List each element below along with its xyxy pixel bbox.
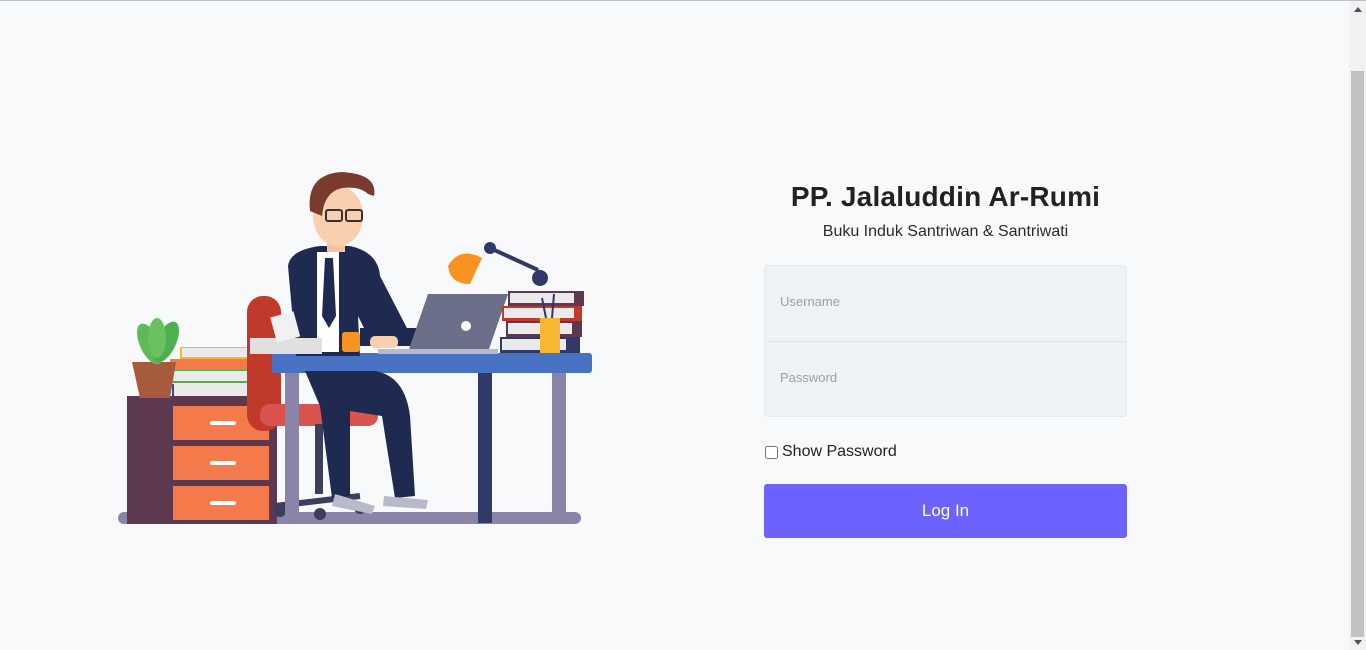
office-worker-illustration <box>110 166 605 531</box>
show-password-row[interactable]: Show Password <box>764 443 1127 461</box>
login-fields <box>764 265 1127 417</box>
show-password-checkbox[interactable] <box>765 445 778 459</box>
password-input[interactable] <box>765 342 1126 416</box>
scroll-up-arrow-icon[interactable] <box>1349 1 1366 18</box>
username-input[interactable] <box>765 266 1126 341</box>
scroll-thumb[interactable] <box>1351 71 1364 637</box>
illustration-svg <box>118 172 592 524</box>
vertical-scrollbar[interactable] <box>1349 1 1366 650</box>
username-field-wrapper <box>765 266 1126 341</box>
page-subtitle: Buku Induk Santriwan & Santriwati <box>822 223 1069 240</box>
password-field-wrapper <box>765 341 1126 416</box>
page-title: PP. Jalaluddin Ar-Rumi <box>790 181 1101 212</box>
login-panel: PP. Jalaluddin Ar-Rumi Buku Induk Santri… <box>764 181 1127 538</box>
login-button[interactable]: Log In <box>764 484 1127 538</box>
show-password-label: Show Password <box>782 443 897 460</box>
scroll-down-arrow-icon[interactable] <box>1349 634 1366 650</box>
